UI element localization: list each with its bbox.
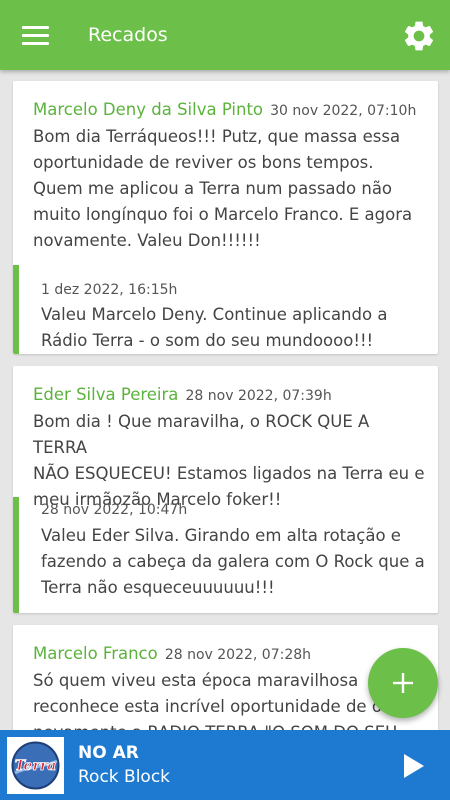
message-header: Eder Silva Pereira 28 nov 2022, 07:39h xyxy=(33,385,332,404)
message-date: 28 nov 2022, 07:39h xyxy=(185,388,332,404)
reply-text: Valeu Eder Silva. Girando em alta rotaçã… xyxy=(41,526,425,597)
player-bar[interactable]: Terra NO AR Rock Block xyxy=(0,730,450,800)
message-header: Marcelo Deny da Silva Pinto 30 nov 2022,… xyxy=(33,100,416,119)
on-air-label: NO AR xyxy=(78,743,139,763)
page-title: Recados xyxy=(88,24,168,46)
message-author: Eder Silva Pereira xyxy=(33,385,179,404)
message-author: Marcelo Franco xyxy=(33,644,158,663)
reply-date: 1 dez 2022, 16:15h xyxy=(41,282,178,298)
svg-text:Terra: Terra xyxy=(15,758,57,774)
message-card: Eder Silva Pereira 28 nov 2022, 07:39h B… xyxy=(13,366,438,613)
app-bar: Recados xyxy=(0,0,450,70)
play-icon[interactable] xyxy=(402,753,426,779)
message-date: 30 nov 2022, 07:10h xyxy=(270,103,417,119)
reply-date: 28 nov 2022, 10:47h xyxy=(41,502,188,518)
plus-icon xyxy=(393,673,413,693)
reply-block: 28 nov 2022, 10:47h Valeu Eder Silva. Gi… xyxy=(13,497,438,613)
add-message-button[interactable] xyxy=(368,648,438,718)
hamburger-menu-icon[interactable] xyxy=(22,26,49,45)
message-header: Marcelo Franco 28 nov 2022, 07:28h xyxy=(33,644,311,663)
message-card: Marcelo Deny da Silva Pinto 30 nov 2022,… xyxy=(13,81,438,354)
gear-icon[interactable] xyxy=(401,18,437,54)
message-author: Marcelo Deny da Silva Pinto xyxy=(33,100,264,119)
message-date: 28 nov 2022, 07:28h xyxy=(164,647,312,663)
show-name: Rock Block xyxy=(78,767,171,787)
station-logo: Terra xyxy=(7,737,64,794)
messages-feed[interactable]: Marcelo Deny da Silva Pinto 30 nov 2022,… xyxy=(0,70,450,730)
reply-block: 1 dez 2022, 16:15h Valeu Marcelo Deny. C… xyxy=(13,265,438,354)
message-text: Bom dia Terráqueos!!! Putz, que massa es… xyxy=(33,127,413,250)
reply-text: Valeu Marcelo Deny. Continue aplicando a… xyxy=(41,305,388,350)
